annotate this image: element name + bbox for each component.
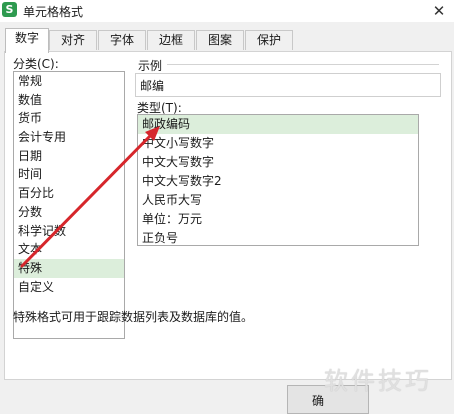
tab-alignment[interactable]: 对齐 (49, 30, 97, 50)
ok-button-label: 确 (312, 394, 325, 408)
category-item[interactable]: 日期 (14, 147, 124, 166)
sample-value: 邮编 (140, 79, 165, 93)
category-item[interactable]: 常规 (14, 72, 124, 91)
type-item[interactable]: 中文大写数字2 (138, 172, 418, 191)
category-item-selected[interactable]: 特殊 (14, 258, 124, 278)
category-label: 分类(C): (13, 57, 59, 71)
tab-border[interactable]: 边框 (147, 30, 195, 50)
tab-protection[interactable]: 保护 (245, 30, 293, 50)
close-button[interactable]: ✕ (428, 0, 450, 22)
category-item[interactable]: 科学记数 (14, 222, 124, 241)
category-item[interactable]: 时间 (14, 165, 124, 184)
watermark-text: 软件技巧 (324, 367, 432, 395)
category-item[interactable]: 货币 (14, 109, 124, 128)
type-list[interactable]: 邮政编码 中文小写数字 中文大写数字 中文大写数字2 人民币大写 单位：万元 正… (137, 114, 419, 246)
sample-group: 示例 邮编 (135, 57, 441, 97)
sample-label: 示例 (138, 59, 163, 73)
category-item[interactable]: 文本 (14, 240, 124, 259)
tab-pattern[interactable]: 图案 (196, 30, 244, 50)
title-bar: S 单元格格式 ✕ (0, 0, 454, 22)
number-format-panel: 分类(C): 常规 数值 货币 会计专用 日期 时间 百分比 分数 科学记数 文… (4, 51, 452, 380)
sample-preview: 邮编 (135, 73, 441, 97)
category-item[interactable]: 数值 (14, 91, 124, 110)
type-item[interactable]: 中文小写数字 (138, 134, 418, 153)
app-logo-icon: S (2, 2, 17, 17)
type-item[interactable]: 单位：万元 (138, 210, 418, 229)
category-item[interactable]: 自定义 (14, 278, 124, 297)
tab-bar: 数字 对齐 字体 边框 图案 保护 (0, 22, 454, 53)
tab-number[interactable]: 数字 (5, 28, 49, 53)
category-item[interactable]: 会计专用 (14, 128, 124, 147)
type-item-selected[interactable]: 邮政编码 (138, 115, 418, 134)
category-list[interactable]: 常规 数值 货币 会计专用 日期 时间 百分比 分数 科学记数 文本 特殊 自定… (13, 71, 125, 339)
category-item[interactable]: 分数 (14, 203, 124, 222)
type-item[interactable]: 正负号 (138, 229, 418, 245)
sample-divider (167, 64, 439, 65)
type-item[interactable]: 人民币大写 (138, 191, 418, 210)
format-description: 特殊格式可用于跟踪数据列表及数据库的值。 (13, 310, 254, 324)
type-item[interactable]: 中文大写数字 (138, 153, 418, 172)
tab-font[interactable]: 字体 (98, 30, 146, 50)
dialog-title: 单元格格式 (23, 5, 84, 19)
category-item[interactable]: 百分比 (14, 184, 124, 203)
